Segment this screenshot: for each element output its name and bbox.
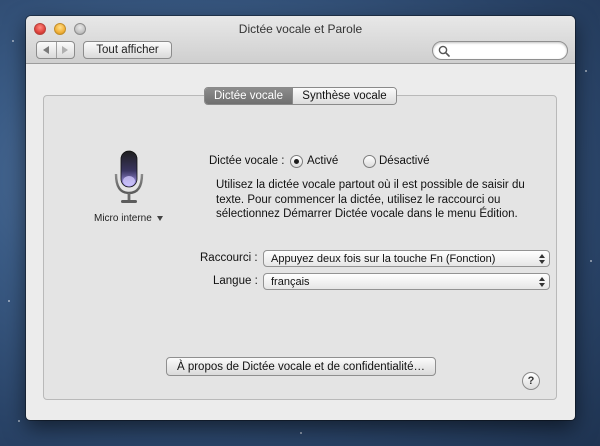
language-popup[interactable]: français [263, 273, 550, 290]
tab-synthese-vocale[interactable]: Synthèse vocale [292, 88, 396, 104]
settings-panel [43, 95, 557, 400]
desktop-star [8, 300, 10, 302]
dictation-description: Utilisez la dictée vocale partout où il … [216, 179, 525, 220]
search-input[interactable] [432, 41, 568, 60]
back-forward-control [36, 41, 75, 59]
microphone-label: Micro interne [94, 213, 152, 224]
about-privacy-button[interactable]: À propos de Dictée vocale et de confiden… [166, 357, 436, 376]
up-down-arrows-icon [539, 277, 545, 287]
up-down-arrows-icon [539, 254, 545, 264]
radio-active[interactable] [290, 155, 303, 168]
back-button[interactable] [37, 42, 56, 58]
window-title: Dictée vocale et Parole [238, 22, 363, 36]
radio-inactive-label[interactable]: Désactivé [379, 155, 430, 167]
chevron-down-icon [156, 215, 163, 221]
desktop-star [18, 420, 20, 422]
microphone-icon [114, 150, 144, 203]
preferences-window: Dictée vocale et Parole Tout afficher Di… [26, 16, 575, 420]
chevron-right-icon [62, 46, 69, 54]
show-all-button[interactable]: Tout afficher [83, 41, 172, 59]
titlebar: Dictée vocale et Parole Tout afficher [26, 16, 575, 64]
shortcut-value: Appuyez deux fois sur la touche Fn (Fonc… [271, 252, 496, 265]
language-value: français [271, 275, 310, 288]
help-button[interactable]: ? [522, 372, 540, 390]
shortcut-label: Raccourci : [200, 252, 258, 264]
dictation-label: Dictée vocale : [209, 155, 285, 167]
microphone-selector[interactable]: Micro interne [94, 213, 163, 224]
radio-inactive[interactable] [363, 155, 376, 168]
search-icon [438, 45, 450, 57]
tab-dictee-vocale[interactable]: Dictée vocale [205, 88, 292, 104]
desktop-star [585, 70, 587, 72]
chevron-left-icon [43, 46, 50, 54]
radio-active-label[interactable]: Activé [307, 155, 338, 167]
tab-bar: Dictée vocale Synthèse vocale [204, 87, 397, 105]
desktop-star [12, 40, 14, 42]
language-label: Langue : [213, 275, 258, 287]
shortcut-popup[interactable]: Appuyez deux fois sur la touche Fn (Fonc… [263, 250, 550, 267]
desktop-star [590, 260, 592, 262]
forward-button[interactable] [55, 42, 75, 58]
desktop-star [300, 432, 302, 434]
